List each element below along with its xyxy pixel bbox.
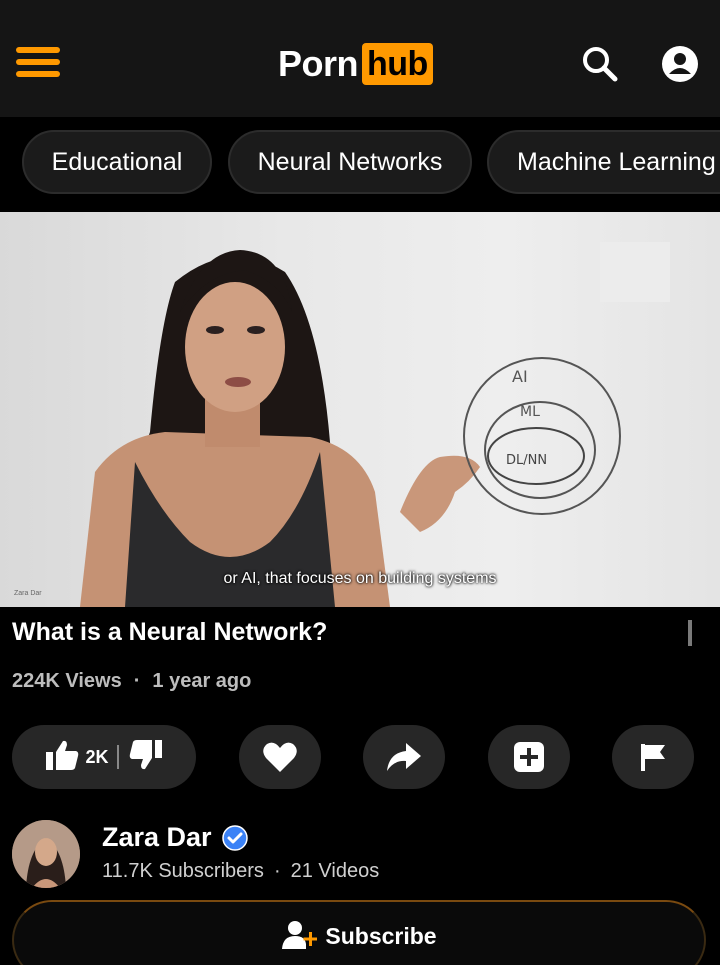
tag-bar: Educational Neural Networks Machine Lear… xyxy=(0,117,720,212)
thumbs-up-icon[interactable] xyxy=(45,739,79,776)
subscriber-count: 11.7K Subscribers xyxy=(102,860,264,882)
logo-text-right: hub xyxy=(362,43,433,85)
favorite-button[interactable] xyxy=(239,725,321,789)
add-user-icon xyxy=(282,921,318,949)
tag-chip-neural-networks[interactable]: Neural Networks xyxy=(228,130,472,194)
video-title: What is a Neural Network? xyxy=(12,618,328,646)
top-header: Porn hub xyxy=(0,0,720,117)
heart-icon xyxy=(263,742,297,772)
channel-avatar[interactable] xyxy=(12,820,80,888)
meta-separator: · xyxy=(133,670,141,692)
search-icon[interactable] xyxy=(580,44,620,84)
video-count: 21 Videos xyxy=(290,860,380,882)
scroll-indicator[interactable] xyxy=(688,620,692,646)
site-logo[interactable]: Porn hub xyxy=(278,42,433,86)
video-frame: AI ML DL/NN xyxy=(80,242,670,607)
view-count: 224K Views xyxy=(12,670,122,692)
user-icon[interactable] xyxy=(660,44,700,84)
verified-badge-icon xyxy=(221,824,248,851)
video-player[interactable]: AI ML DL/NN or AI, that focuses on build… xyxy=(0,212,720,607)
whiteboard-label-ai: AI xyxy=(512,367,528,386)
upload-age: 1 year ago xyxy=(152,670,252,692)
channel-name-text: Zara Dar xyxy=(102,822,212,852)
whiteboard-label-dl: DL/NN xyxy=(506,453,547,468)
subscribe-label: Subscribe xyxy=(325,923,437,949)
whiteboard-label-ml: ML xyxy=(520,404,540,420)
subscribe-button[interactable]: Subscribe xyxy=(12,900,706,965)
hamburger-icon[interactable] xyxy=(16,44,60,80)
channel-name[interactable]: Zara Dar xyxy=(102,822,248,853)
thumbs-down-icon[interactable] xyxy=(129,739,163,776)
channel-stats: 11.7K Subscribers · 21 Videos xyxy=(102,860,379,883)
tag-chip-machine-learning[interactable]: Machine Learning xyxy=(487,130,720,194)
video-meta: 224K Views · 1 year ago xyxy=(12,670,251,693)
share-icon xyxy=(387,743,421,771)
logo-text-left: Porn xyxy=(278,43,359,84)
like-separator xyxy=(116,745,119,769)
video-watermark: Zara Dar xyxy=(14,590,42,597)
report-button[interactable] xyxy=(612,725,694,789)
add-to-playlist-button[interactable] xyxy=(488,725,570,789)
tag-chip-educational[interactable]: Educational xyxy=(22,130,212,194)
video-caption: or AI, that focuses on building systems xyxy=(223,570,497,587)
add-playlist-icon xyxy=(514,742,544,772)
stats-separator: · xyxy=(273,860,281,882)
like-dislike-control: 2K xyxy=(12,725,196,789)
flag-icon xyxy=(641,744,665,771)
share-button[interactable] xyxy=(363,725,445,789)
like-count: 2K xyxy=(85,746,109,767)
